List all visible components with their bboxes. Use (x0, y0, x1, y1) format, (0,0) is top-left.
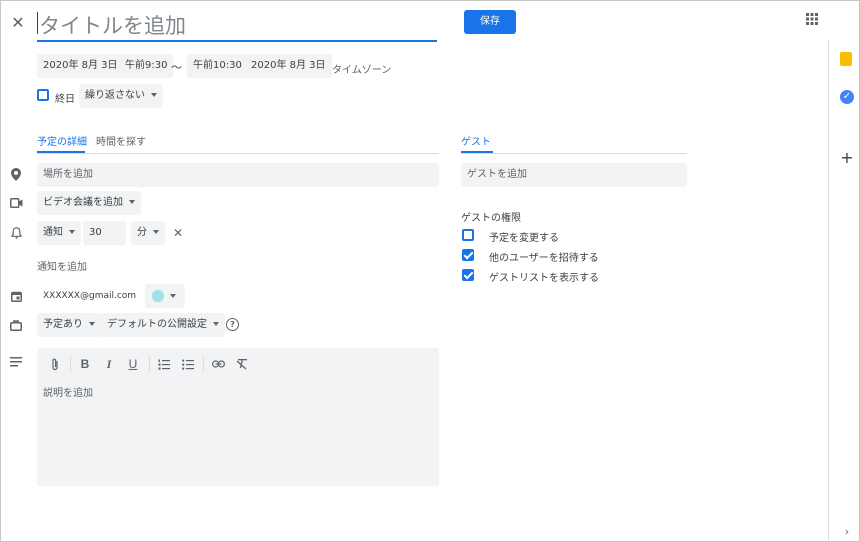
toolbar-divider (149, 356, 150, 372)
repeat-select[interactable]: 繰り返さない (79, 84, 163, 108)
end-time[interactable]: 午前10:30 (187, 54, 248, 78)
notification-type-select[interactable]: 通知 (37, 221, 81, 245)
permission-invite-label: 他のユーザーを招待する (489, 253, 599, 264)
permission-modify-checkbox[interactable] (462, 229, 474, 241)
keep-icon[interactable] (840, 52, 852, 66)
expand-panel-icon[interactable]: › (840, 524, 854, 538)
all-day-label: 終日 (55, 94, 75, 105)
link-icon[interactable] (209, 355, 227, 373)
briefcase-icon (9, 318, 23, 332)
save-button[interactable]: 保存 (464, 10, 516, 34)
location-input[interactable]: 場所を追加 (37, 163, 439, 187)
side-panel (828, 40, 860, 542)
tasks-icon[interactable]: ✓ (840, 90, 854, 104)
bell-icon (9, 226, 23, 240)
title-placeholder: タイトルを追加 (39, 14, 186, 38)
clear-formatting-icon[interactable] (233, 355, 251, 373)
chevron-down-icon (170, 294, 176, 298)
tab-details[interactable]: 予定の詳細 (37, 133, 87, 148)
calendar-icon (9, 289, 23, 303)
event-color-select[interactable] (145, 284, 185, 308)
underline-icon[interactable]: U (124, 355, 142, 373)
location-icon (9, 167, 23, 181)
notification-value-input[interactable]: 30 (83, 221, 126, 245)
italic-icon[interactable]: I (100, 355, 118, 373)
permission-see-list-checkbox[interactable] (462, 269, 474, 281)
all-day-checkbox[interactable] (37, 89, 49, 101)
event-color-swatch (152, 290, 164, 302)
add-guest-input[interactable]: ゲストを追加 (461, 163, 687, 187)
apps-grid-icon[interactable] (806, 10, 818, 25)
help-icon[interactable]: ? (226, 318, 239, 331)
toolbar-divider (70, 356, 71, 372)
permission-invite-checkbox[interactable] (462, 249, 474, 261)
video-conference-select[interactable]: ビデオ会議を追加 (37, 191, 141, 215)
time-separator: 〜 (171, 61, 182, 74)
add-addon-icon[interactable]: + (838, 148, 856, 167)
permission-see-list-label: ゲストリストを表示する (489, 273, 599, 284)
end-date[interactable]: 2020年 8月 3日 (245, 54, 332, 78)
title-input[interactable]: タイトルを追加 (37, 8, 437, 42)
add-notification-link[interactable]: 通知を追加 (37, 258, 87, 273)
permission-modify-label: 予定を変更する (489, 233, 559, 244)
description-placeholder: 説明を追加 (43, 388, 93, 399)
tab-guests[interactable]: ゲスト (461, 133, 491, 148)
busy-select[interactable]: 予定あり (37, 313, 101, 337)
calendar-account[interactable]: XXXXXX@gmail.com (43, 291, 136, 301)
guest-permissions-title: ゲストの権限 (461, 213, 521, 224)
bulleted-list-icon[interactable] (179, 355, 197, 373)
start-date[interactable]: 2020年 8月 3日 (37, 54, 124, 78)
timezone-link[interactable]: タイムゾーン (332, 61, 391, 76)
close-icon[interactable]: ✕ (8, 12, 28, 32)
remove-notification-icon[interactable]: ✕ (170, 225, 186, 241)
tabs-divider (37, 153, 439, 154)
attachment-icon[interactable] (46, 355, 64, 373)
notification-unit-select[interactable]: 分 (131, 221, 165, 245)
toolbar-divider (203, 356, 204, 372)
video-icon (9, 196, 23, 210)
start-time[interactable]: 午前9:30 (119, 54, 174, 78)
visibility-select[interactable]: デフォルトの公開設定 (101, 313, 225, 337)
numbered-list-icon[interactable] (155, 355, 173, 373)
description-icon (9, 355, 23, 369)
bold-icon[interactable]: B (76, 355, 94, 373)
tab-find-time[interactable]: 時間を探す (96, 133, 146, 148)
guests-divider (461, 153, 687, 154)
